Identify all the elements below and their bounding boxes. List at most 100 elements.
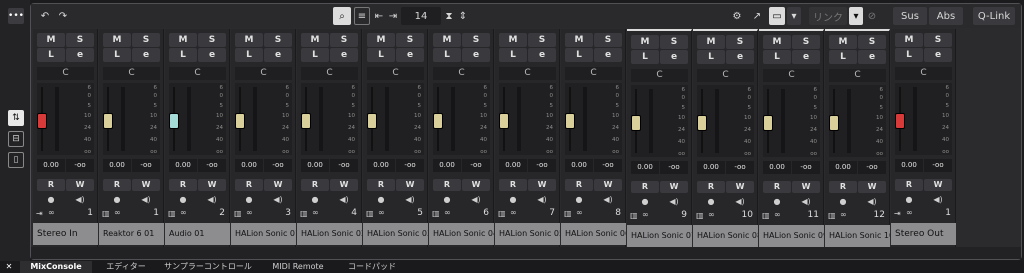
fader-value[interactable]: 0.00 xyxy=(895,159,923,172)
fader-value[interactable]: 0.00 xyxy=(301,159,329,172)
mute-button[interactable]: M xyxy=(895,33,923,47)
sus-button[interactable]: Sus xyxy=(893,7,927,25)
pan-control[interactable]: C xyxy=(499,67,556,80)
monitor-icon[interactable]: ◀) xyxy=(66,194,94,205)
link-clear-icon[interactable]: ⊘ xyxy=(865,7,879,25)
close-icon[interactable]: ✕ xyxy=(4,261,14,273)
channel-name[interactable]: Stereo In xyxy=(33,223,98,245)
monitor-icon[interactable]: ◀) xyxy=(264,194,292,205)
write-button[interactable]: W xyxy=(594,179,622,191)
read-button[interactable]: R xyxy=(697,181,725,193)
widen-channels-icon[interactable]: ⇥ xyxy=(387,7,399,25)
record-icon[interactable]: ● xyxy=(697,196,725,207)
fader-value[interactable]: 0.00 xyxy=(367,159,395,172)
monitor-icon[interactable]: ◀) xyxy=(330,194,358,205)
listen-button[interactable]: L xyxy=(829,50,857,64)
edit-button[interactable]: e xyxy=(792,50,820,64)
pan-control[interactable]: C xyxy=(37,67,94,80)
fader-handle[interactable] xyxy=(697,115,707,131)
write-button[interactable]: W xyxy=(924,179,952,191)
edit-button[interactable]: e xyxy=(396,48,424,62)
pan-control[interactable]: C xyxy=(895,67,952,80)
listen-button[interactable]: L xyxy=(895,48,923,62)
fader-value[interactable]: 0.00 xyxy=(565,159,593,172)
record-icon[interactable]: ● xyxy=(565,194,593,205)
solo-button[interactable]: S xyxy=(66,33,94,47)
mute-button[interactable]: M xyxy=(37,33,65,47)
channel-name[interactable]: Stereo Out xyxy=(891,223,956,245)
read-button[interactable]: R xyxy=(169,179,197,191)
solo-button[interactable]: S xyxy=(594,33,622,47)
record-icon[interactable]: ● xyxy=(103,194,131,205)
pan-control[interactable]: C xyxy=(169,67,226,80)
read-button[interactable]: R xyxy=(235,179,263,191)
channel-name[interactable]: HALion Sonic 09 xyxy=(759,225,824,247)
monitor-icon[interactable]: ◀) xyxy=(924,194,952,205)
pan-control[interactable]: C xyxy=(367,67,424,80)
record-icon[interactable]: ● xyxy=(895,194,923,205)
fader-view-icon[interactable]: ⇅ xyxy=(8,110,24,126)
fader-handle[interactable] xyxy=(565,113,575,129)
solo-button[interactable]: S xyxy=(726,35,754,49)
write-button[interactable]: W xyxy=(198,179,226,191)
edit-button[interactable]: e xyxy=(660,50,688,64)
fader-handle[interactable] xyxy=(895,113,905,129)
monitor-icon[interactable]: ◀) xyxy=(396,194,424,205)
write-button[interactable]: W xyxy=(132,179,160,191)
write-button[interactable]: W xyxy=(264,179,292,191)
monitor-icon[interactable]: ◀) xyxy=(132,194,160,205)
mute-button[interactable]: M xyxy=(169,33,197,47)
read-button[interactable]: R xyxy=(631,181,659,193)
fader-value[interactable]: 0.00 xyxy=(37,159,65,172)
tab-chord-pads[interactable]: コードパッド xyxy=(342,261,402,273)
channel-name[interactable]: HALion Sonic 06 xyxy=(561,223,626,245)
record-icon[interactable]: ● xyxy=(235,194,263,205)
fader-value[interactable]: 0.00 xyxy=(697,161,725,174)
solo-button[interactable]: S xyxy=(198,33,226,47)
solo-button[interactable]: S xyxy=(330,33,358,47)
solo-button[interactable]: S xyxy=(132,33,160,47)
read-button[interactable]: R xyxy=(301,179,329,191)
fader-handle[interactable] xyxy=(499,113,509,129)
edit-button[interactable]: e xyxy=(594,48,622,62)
fader-value[interactable]: 0.00 xyxy=(631,161,659,174)
read-button[interactable]: R xyxy=(565,179,593,191)
record-icon[interactable]: ● xyxy=(829,196,857,207)
read-button[interactable]: R xyxy=(367,179,395,191)
fader-handle[interactable] xyxy=(829,115,839,131)
monitor-icon[interactable]: ◀) xyxy=(858,196,886,207)
monitor-icon[interactable]: ◀) xyxy=(528,194,556,205)
mute-button[interactable]: M xyxy=(565,33,593,47)
edit-button[interactable]: e xyxy=(198,48,226,62)
write-button[interactable]: W xyxy=(66,179,94,191)
channel-name[interactable]: HALion Sonic 10 xyxy=(825,225,890,247)
edit-button[interactable]: e xyxy=(132,48,160,62)
edit-button[interactable]: e xyxy=(264,48,292,62)
write-button[interactable]: W xyxy=(462,179,490,191)
listen-button[interactable]: L xyxy=(169,48,197,62)
read-button[interactable]: R xyxy=(763,181,791,193)
routing-view-icon[interactable]: ⊟ xyxy=(8,131,24,147)
solo-button[interactable]: S xyxy=(264,33,292,47)
read-button[interactable]: R xyxy=(103,179,131,191)
listen-button[interactable]: L xyxy=(631,50,659,64)
fader-handle[interactable] xyxy=(169,113,179,129)
channel-name[interactable]: HALion Sonic 03 xyxy=(363,223,428,245)
monitor-icon[interactable]: ◀) xyxy=(594,194,622,205)
narrow-channels-icon[interactable]: ⇤ xyxy=(373,7,385,25)
solo-button[interactable]: S xyxy=(792,35,820,49)
search-icon[interactable]: ⌕ xyxy=(333,7,351,25)
write-button[interactable]: W xyxy=(528,179,556,191)
edit-button[interactable]: e xyxy=(528,48,556,62)
write-button[interactable]: W xyxy=(330,179,358,191)
solo-button[interactable]: S xyxy=(462,33,490,47)
horizontal-scrollbar[interactable] xyxy=(31,247,1021,259)
pan-control[interactable]: C xyxy=(631,69,688,82)
mute-button[interactable]: M xyxy=(829,35,857,49)
channel-name[interactable]: HALion Sonic 07 xyxy=(627,225,692,247)
edit-button[interactable]: e xyxy=(462,48,490,62)
write-button[interactable]: W xyxy=(726,181,754,193)
record-icon[interactable]: ● xyxy=(631,196,659,207)
fader-handle[interactable] xyxy=(433,113,443,129)
listen-button[interactable]: L xyxy=(235,48,263,62)
